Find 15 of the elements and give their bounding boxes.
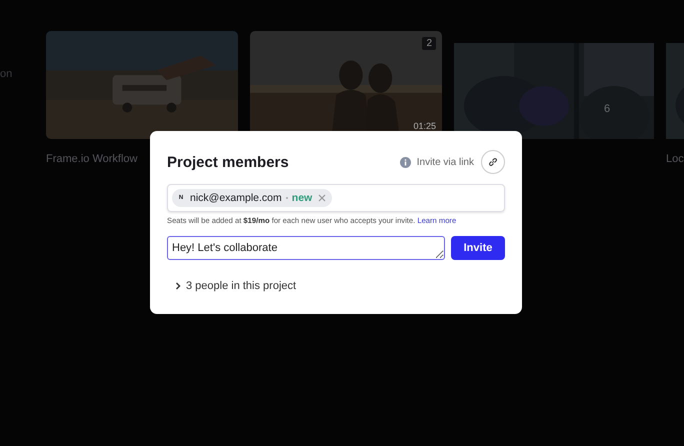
- link-icon: [488, 157, 498, 167]
- invite-button[interactable]: Invite: [451, 236, 505, 260]
- info-icon[interactable]: [400, 156, 411, 168]
- duration-label: 01:25: [413, 121, 436, 131]
- copy-link-button[interactable]: [481, 150, 505, 174]
- invite-link-label: Invite via link: [416, 156, 474, 168]
- count-badge: 2: [422, 37, 436, 50]
- dialog-title: Project members: [167, 154, 290, 170]
- recipient-email: nick@example.com: [190, 192, 282, 204]
- message-field[interactable]: Hey! Let's collaborate: [167, 236, 445, 260]
- remove-icon[interactable]: [318, 194, 326, 202]
- item-count: 6: [604, 103, 610, 115]
- members-toggle[interactable]: 3 people in this project: [167, 280, 296, 292]
- chevron-icon: [175, 282, 181, 290]
- new-tag: new: [292, 192, 312, 204]
